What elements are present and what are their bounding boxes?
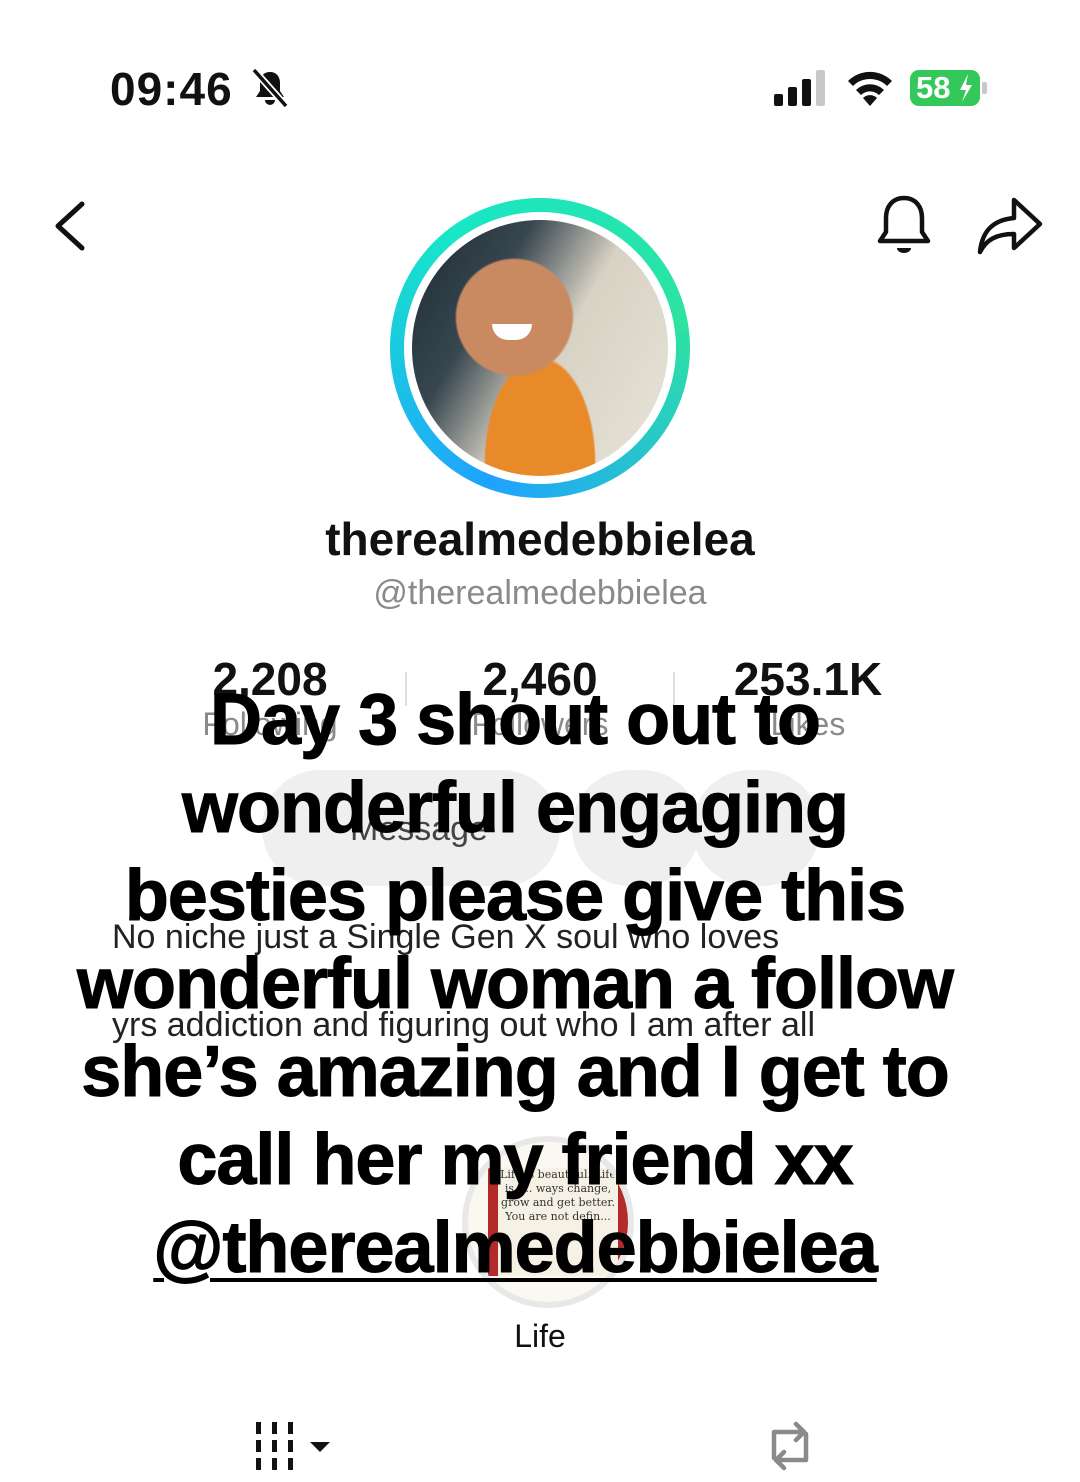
caption-line: she’s amazing and I get to: [81, 1032, 951, 1113]
username-handle: @therealmedebbielea: [373, 574, 707, 612]
caption-line: wonderful woman a follow: [77, 944, 955, 1025]
display-name: therealmedebbielea: [325, 513, 755, 565]
caption-line: besties please give this: [124, 856, 906, 937]
back-icon[interactable]: [48, 196, 96, 256]
photo-smile: [492, 324, 532, 340]
battery-indicator: 58: [910, 68, 988, 108]
caption-line: call her my friend xx: [177, 1120, 854, 1201]
notification-bell-icon[interactable]: [872, 192, 936, 260]
wifi-icon: [848, 71, 892, 106]
share-icon[interactable]: [974, 194, 1046, 258]
caption-line: Day 3 shout out to: [210, 680, 822, 761]
videos-grid-icon[interactable]: [252, 1420, 336, 1472]
caption-line: wonderful engaging: [182, 768, 850, 849]
profile-photo: [412, 220, 668, 476]
repost-icon[interactable]: [760, 1418, 820, 1474]
caption-mention[interactable]: @therealmedebbielea: [0, 1204, 1030, 1292]
signal-icon: [774, 70, 825, 106]
bell-muted-icon: [251, 67, 289, 109]
caption-overlay: Day 3 shout out to wonderful engaging be…: [0, 676, 1030, 1292]
status-time: 09:46: [110, 63, 233, 115]
battery-level: 58: [916, 70, 951, 105]
avatar[interactable]: [390, 198, 690, 498]
avatar-border: [404, 212, 676, 484]
highlight-label: Life: [514, 1318, 566, 1354]
